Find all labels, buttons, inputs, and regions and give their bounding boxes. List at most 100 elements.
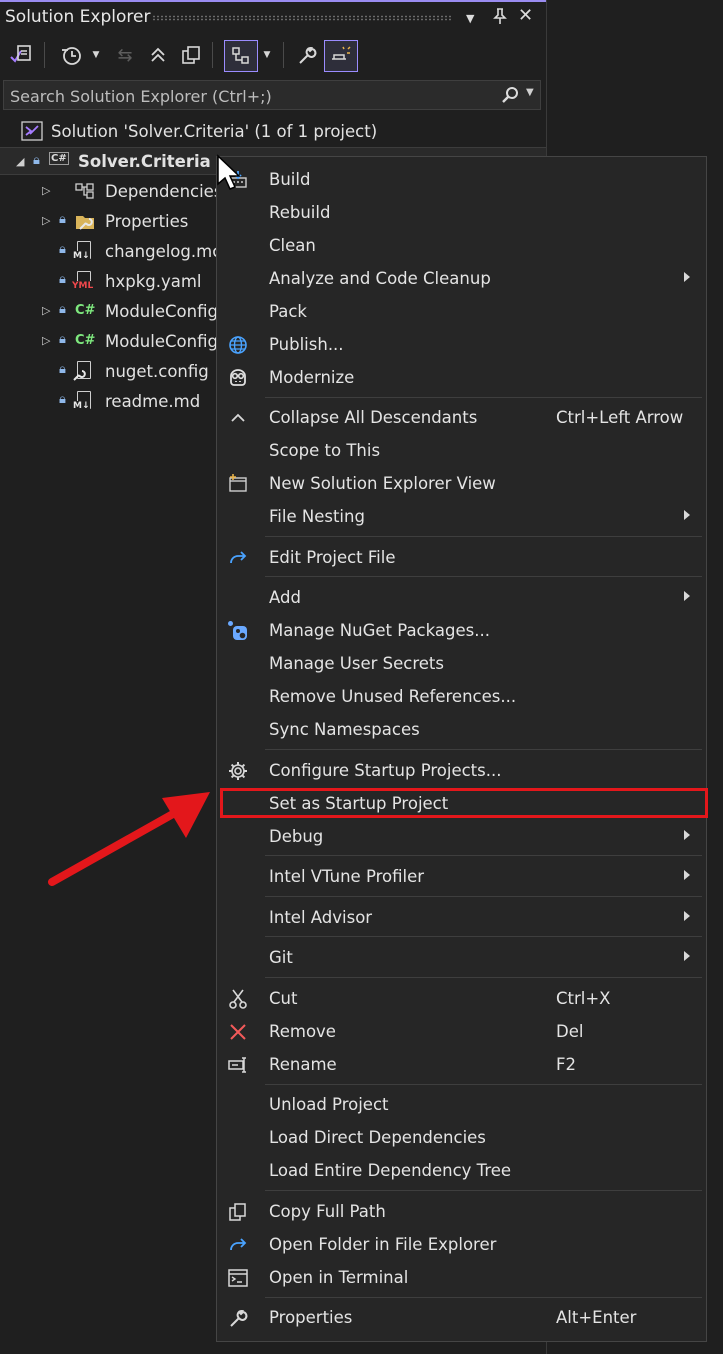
menu-item-intel-vtune-profiler[interactable]: Intel VTune Profiler [217,860,706,893]
markdown-tag: M↓ [73,401,90,411]
collapsed-icon[interactable]: ▷ [42,334,50,347]
tree-item-label: changelog.mc [105,242,222,261]
menu-item-clean[interactable]: Clean [217,229,706,262]
properties-folder-icon [74,211,96,235]
dependencies-icon [74,182,96,204]
menu-item-copy-full-path[interactable]: Copy Full Path [217,1195,706,1228]
menu-item-rename[interactable]: Rename F2 [217,1048,706,1081]
lock-icon: 🔒︎ [33,153,40,168]
markdown-tag: M↓ [73,251,90,261]
window-options-icon[interactable]: ▼ [466,12,474,25]
pending-changes-button[interactable] [56,40,86,70]
menu-item-pack[interactable]: Pack [217,295,706,328]
search-options-dropdown-icon[interactable]: ▼ [526,87,534,98]
wrench-icon [299,47,317,64]
submenu-arrow-icon [684,591,690,601]
collapse-all-icon [151,47,165,62]
menu-item-file-nesting[interactable]: File Nesting [217,500,706,533]
scissors-icon [227,988,249,1010]
menu-item-scope-to-this[interactable]: Scope to This [217,434,706,467]
menu-item-manage-nuget-packages[interactable]: Manage NuGet Packages... [217,614,706,647]
menu-item-add[interactable]: Add [217,581,706,614]
submenu-arrow-icon [684,510,690,520]
menu-item-analyze-code-cleanup[interactable]: Analyze and Code Cleanup [217,262,706,295]
menu-separator [265,1084,702,1085]
submenu-arrow-icon [684,870,690,880]
preview-selected-items-button[interactable] [324,40,358,72]
context-menu: Build Rebuild Clean Analyze and Code Cle… [216,156,707,1342]
switch-views-button[interactable] [6,40,36,70]
csharp-file-icon: C# [75,333,96,348]
menu-item-manage-user-secrets[interactable]: Manage User Secrets [217,647,706,680]
highlight-box [220,788,708,818]
menu-item-remove-unused-references[interactable]: Remove Unused References... [217,680,706,713]
menu-item-git[interactable]: Git [217,941,706,974]
menu-item-load-entire-dependency-tree[interactable]: Load Entire Dependency Tree [217,1154,706,1187]
menu-separator [265,896,702,897]
submenu-arrow-icon [684,830,690,840]
toolbar-separator [283,42,284,68]
collapse-all-button[interactable] [145,40,171,70]
menu-item-open-in-terminal[interactable]: Open in Terminal [217,1261,706,1294]
menu-item-load-direct-dependencies[interactable]: Load Direct Dependencies [217,1121,706,1154]
menu-item-new-solution-explorer-view[interactable]: New Solution Explorer View [217,467,706,500]
chevron-up-icon [227,407,249,429]
clock-icon [62,47,81,65]
collapsed-icon[interactable]: ▷ [42,184,50,197]
collapsed-icon[interactable]: ▷ [42,214,50,227]
menu-item-open-folder-in-file-explorer[interactable]: Open Folder in File Explorer [217,1228,706,1261]
lock-icon: 🔒︎ [59,302,66,317]
properties-button[interactable] [294,40,320,70]
menu-item-unload-project[interactable]: Unload Project [217,1088,706,1121]
terminal-icon [227,1267,249,1289]
submenu-arrow-icon [684,911,690,921]
switch-views-icon [10,45,31,63]
menu-item-configure-startup-projects[interactable]: Configure Startup Projects... [217,754,706,787]
pending-dropdown-icon[interactable]: ▼ [89,40,103,70]
menu-item-properties[interactable]: Properties Alt+Enter [217,1301,706,1334]
menu-separator [265,936,702,937]
show-all-files-button[interactable] [178,40,204,70]
search-box[interactable]: ▼ [3,80,541,111]
expanded-icon[interactable]: ◢ [16,155,24,168]
menu-item-modernize[interactable]: Modernize [217,361,706,394]
csharp-file-icon: C# [75,303,96,318]
preview-icon [332,46,351,60]
menu-item-sync-namespaces[interactable]: Sync Namespaces [217,713,706,746]
search-icon[interactable] [500,85,520,110]
menu-separator [265,977,702,978]
lock-icon: 🔒︎ [59,392,66,407]
close-icon[interactable]: ✕ [518,5,533,26]
solution-icon [21,121,43,145]
view-mode-dropdown-icon[interactable]: ▼ [260,40,274,70]
pin-icon[interactable] [493,8,507,28]
view-mode-button[interactable] [224,40,258,72]
menu-item-debug[interactable]: Debug [217,820,706,853]
search-input[interactable] [4,81,492,111]
menu-item-cut[interactable]: Cut Ctrl+X [217,982,706,1015]
menu-item-publish[interactable]: Publish... [217,328,706,361]
drag-grip[interactable] [152,15,452,21]
menu-separator [265,576,702,577]
menu-item-build[interactable]: Build [217,163,706,196]
collapsed-icon[interactable]: ▷ [42,304,50,317]
menu-item-edit-project-file[interactable]: Edit Project File [217,541,706,574]
toolbar: ▼ ⇆ ▼ [0,36,546,76]
menu-item-rebuild[interactable]: Rebuild [217,196,706,229]
solution-node[interactable]: Solution 'Solver.Criteria' (1 of 1 proje… [0,117,546,145]
solution-label: Solution 'Solver.Criteria' (1 of 1 proje… [51,122,378,141]
wrench-icon [227,1307,249,1329]
copy-icon [227,1201,249,1223]
menu-separator [265,536,702,537]
lock-icon: 🔒︎ [59,272,66,287]
project-label: Solver.Criteria [78,152,211,171]
tree-item-label: hxpkg.yaml [105,272,202,291]
submenu-arrow-icon [684,951,690,961]
menu-item-remove[interactable]: Remove Del [217,1015,706,1048]
toolbar-separator [44,42,45,68]
menu-item-collapse-all-descendants[interactable]: Collapse All Descendants Ctrl+Left Arrow [217,401,706,434]
menu-separator [265,397,702,398]
sync-active-document-icon[interactable]: ⇆ [112,40,138,70]
menu-item-intel-advisor[interactable]: Intel Advisor [217,901,706,934]
title-bar: Solution Explorer ▼ ✕ [0,0,546,34]
